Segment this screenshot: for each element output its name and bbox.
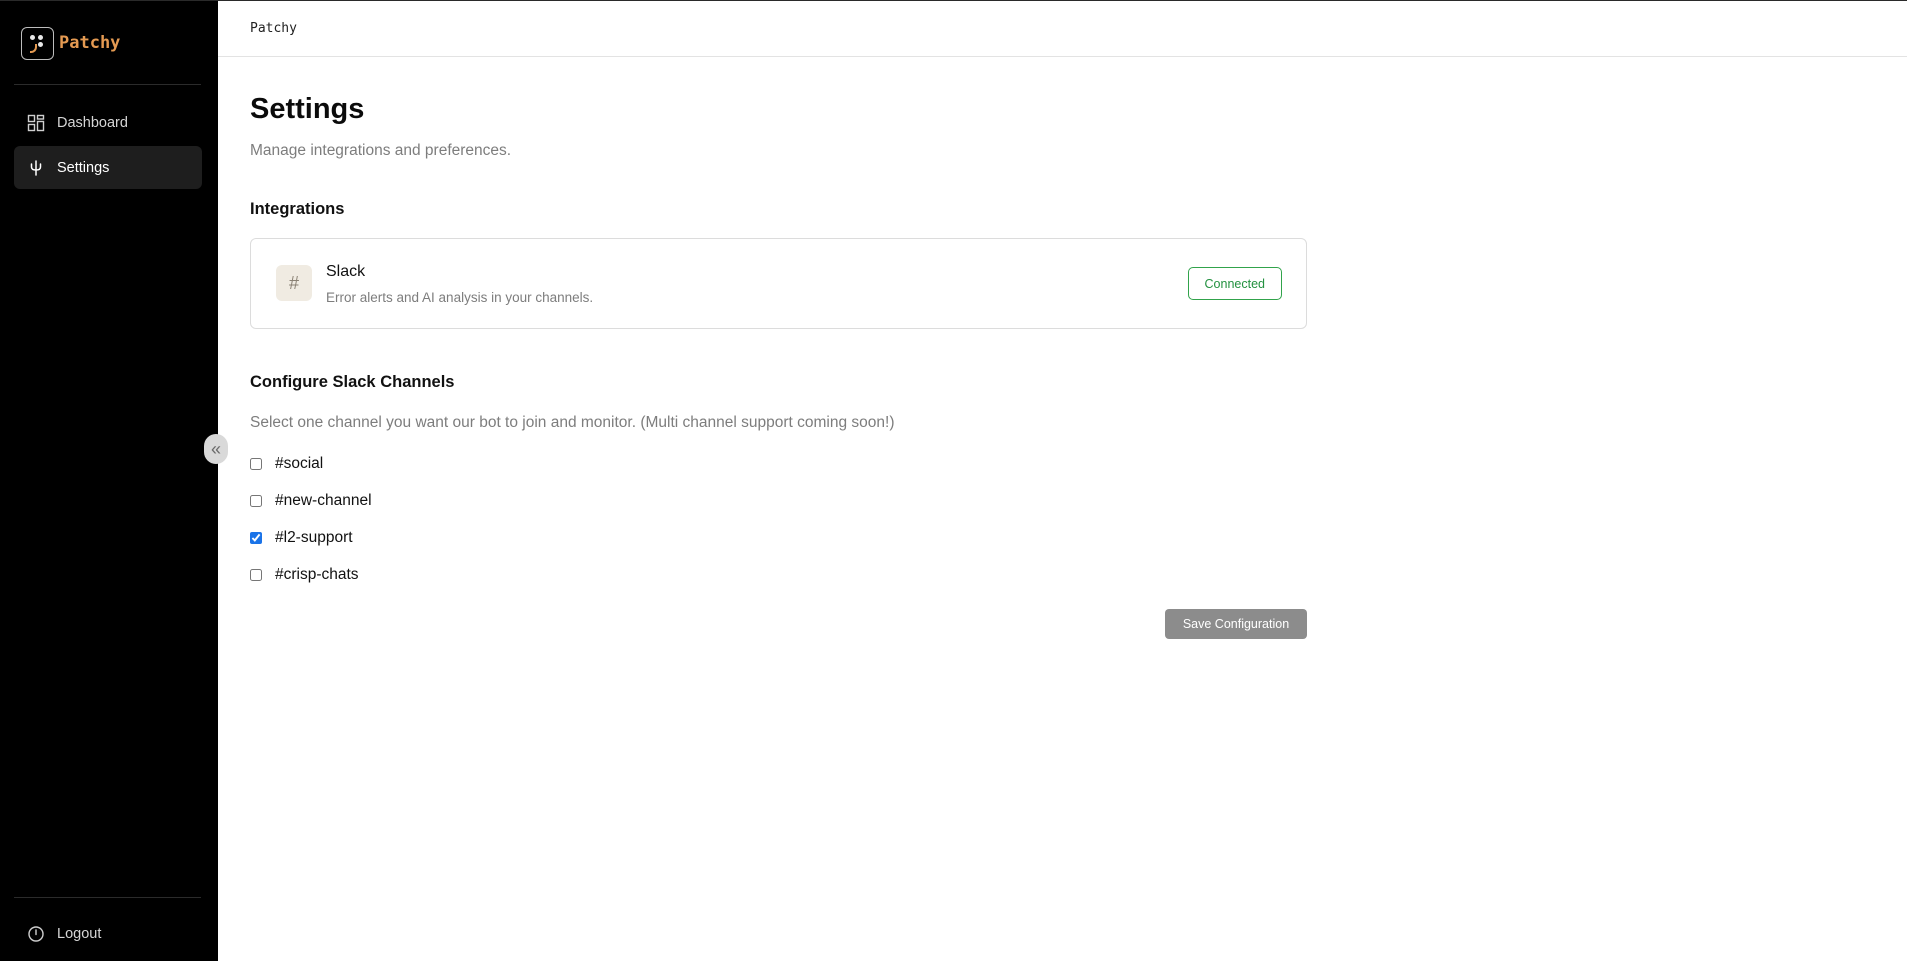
topbar: Patchy	[218, 1, 1907, 57]
brand-name: Patchy	[59, 33, 121, 53]
power-icon	[28, 926, 44, 942]
brand[interactable]: Patchy	[21, 26, 120, 60]
collapse-sidebar-button[interactable]: «	[204, 434, 228, 464]
channels-description: Select one channel you want our bot to j…	[250, 414, 895, 431]
channel-label: #crisp-chats	[275, 566, 359, 583]
page-title: Settings	[250, 93, 365, 125]
channels-heading: Configure Slack Channels	[250, 373, 455, 391]
sidebar-item-label: Dashboard	[57, 114, 128, 131]
sidebar-divider	[14, 84, 201, 85]
channel-checkbox[interactable]	[250, 495, 262, 507]
app-window: Patchy Dashboard Settings Logout « Patch…	[0, 0, 1907, 961]
channel-option-new-channel[interactable]: #new-channel	[250, 491, 372, 511]
sidebar: Patchy Dashboard Settings Logout	[0, 1, 218, 961]
patchy-logo-icon	[21, 26, 54, 60]
topbar-title: Patchy	[250, 21, 297, 36]
sidebar-footer-divider	[14, 897, 201, 898]
channel-label: #new-channel	[275, 492, 372, 509]
channel-checkbox[interactable]	[250, 569, 262, 581]
status-badge[interactable]: Connected	[1187, 267, 1282, 300]
dashboard-icon	[27, 114, 45, 131]
channel-checkbox[interactable]	[250, 532, 262, 544]
double-chevron-left-icon: «	[210, 439, 221, 459]
integration-description: Error alerts and AI analysis in your cha…	[326, 290, 594, 305]
integration-name: Slack	[326, 263, 366, 280]
channel-option-social[interactable]: #social	[250, 454, 323, 474]
channel-label: #social	[275, 455, 324, 472]
hash-icon: #	[276, 265, 312, 301]
integrations-heading: Integrations	[250, 200, 345, 218]
sidebar-item-settings[interactable]: Settings	[14, 146, 202, 189]
channel-checkbox[interactable]	[250, 458, 262, 470]
channel-label: #l2-support	[275, 529, 353, 546]
channel-option-crisp-chats[interactable]: #crisp-chats	[250, 565, 359, 585]
plug-icon	[30, 159, 42, 176]
save-configuration-button[interactable]: Save Configuration	[1165, 609, 1307, 639]
slack-integration-card: # Slack Error alerts and AI analysis in …	[250, 238, 1307, 329]
logout-button[interactable]: Logout	[14, 914, 202, 954]
page-subtitle: Manage integrations and preferences.	[250, 142, 512, 159]
sidebar-item-dashboard[interactable]: Dashboard	[14, 101, 202, 144]
channel-option-l2-support[interactable]: #l2-support	[250, 528, 353, 548]
logout-label: Logout	[57, 926, 102, 942]
sidebar-item-label: Settings	[57, 159, 110, 176]
